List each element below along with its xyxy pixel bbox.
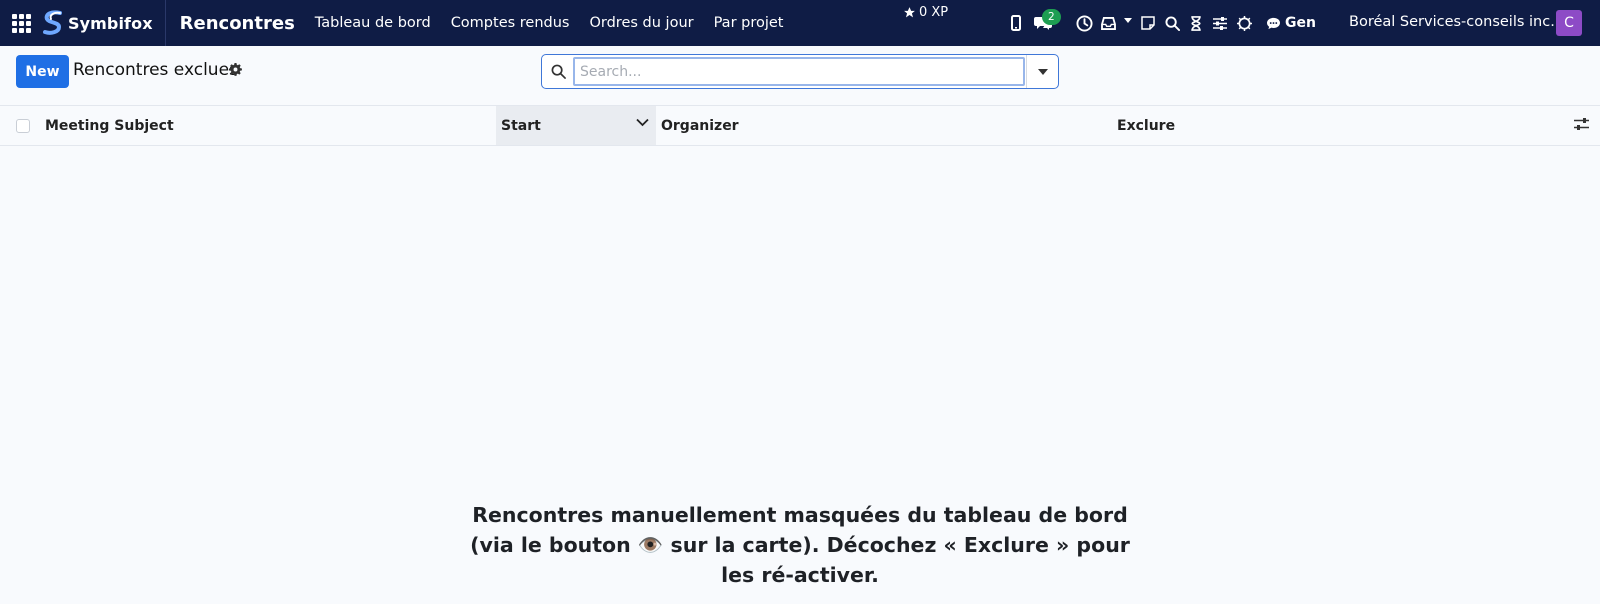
symbifox-logo-icon [43,10,62,35]
search-bar [541,54,1059,89]
search-options-toggle[interactable] [1026,55,1058,88]
search-icon [1164,15,1180,31]
global-search-button[interactable] [1160,0,1184,46]
xp-indicator[interactable]: 0 XP [903,5,948,20]
empty-list-helper: Rencontres manuellement masquées du tabl… [470,503,1130,587]
timer-button[interactable] [1184,0,1208,46]
search-icon [542,55,574,88]
select-all-checkbox[interactable] [16,119,30,133]
inbox-button[interactable] [1096,0,1136,46]
menu-item-tableau-de-bord[interactable]: Tableau de bord [315,15,431,31]
activity-button[interactable] [1072,0,1096,46]
sort-chevron-down-icon[interactable] [636,118,649,127]
clock-icon [1075,14,1093,32]
debug-button[interactable] [1232,0,1256,46]
brand-name: Symbifox [68,13,153,33]
optional-columns-sliders-icon[interactable] [1574,117,1589,131]
notes-button[interactable] [1136,0,1160,46]
new-button[interactable]: New [16,55,69,88]
menu-item-par-projet[interactable]: Par projet [714,15,784,31]
star-icon [904,7,915,18]
user-avatar[interactable]: C [1556,10,1582,36]
column-meeting-subject[interactable]: Meeting Subject [45,106,496,145]
hourglass-icon [1191,15,1201,31]
company-switcher[interactable]: Boréal Services-conseils inc. [1349,14,1555,30]
brand[interactable]: Symbifox [42,0,166,46]
search-input[interactable] [573,57,1025,86]
caret-down-icon [1123,17,1132,23]
menu-item-ordres-du-jour[interactable]: Ordres du jour [589,15,693,31]
xp-label: 0 XP [919,5,949,20]
sticky-note-icon [1141,16,1155,30]
mobile-button[interactable] [1004,0,1028,46]
messages-count-badge: 2 [1042,9,1061,25]
gen-label: Gen [1285,15,1316,31]
column-organizer[interactable]: Organizer [661,106,1111,145]
list-header: Meeting Subject Start Organizer Exclure [0,105,1600,146]
column-start[interactable]: Start [496,106,656,145]
inbox-tray-icon [1100,16,1116,30]
caret-down-icon [1037,68,1048,75]
gen-assistant-button[interactable]: Gen [1266,15,1316,31]
top-navbar: Symbifox Rencontres Tableau de bord Comp… [0,0,1600,46]
control-panel: New Rencontres exclues [0,46,1600,106]
systray: 2 Gen [1004,0,1316,46]
gear-icon[interactable] [229,63,242,76]
apps-grid-icon [11,13,31,33]
messages-button[interactable]: 2 [1028,0,1072,46]
menu-item-comptes-rendus[interactable]: Comptes rendus [451,15,570,31]
chat-bubble-icon [1267,17,1280,29]
page-title: Rencontres exclues [73,60,238,80]
filters-button[interactable] [1208,0,1232,46]
bug-icon [1236,15,1252,31]
sliders-icon [1213,16,1227,30]
column-exclure[interactable]: Exclure [1117,106,1537,145]
apps-menu-button[interactable] [0,0,42,46]
app-name[interactable]: Rencontres [180,13,295,34]
mobile-phone-icon [1011,15,1021,31]
